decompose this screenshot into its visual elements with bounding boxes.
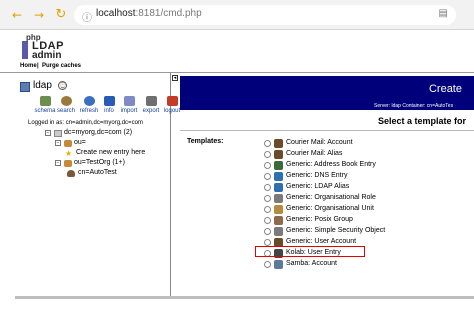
info-button[interactable]: info bbox=[99, 95, 119, 119]
page-bottom bbox=[0, 299, 474, 333]
refresh-icon bbox=[84, 96, 95, 106]
translate-icon[interactable]: ▤ bbox=[439, 8, 448, 19]
template-radio[interactable] bbox=[264, 261, 271, 268]
schema-button[interactable]: schema bbox=[34, 95, 56, 119]
back-arrow-icon[interactable]: ← bbox=[10, 8, 24, 22]
person-icon bbox=[67, 170, 75, 177]
browser-toolbar: ← → ↻ ⓘ localhost:8181/cmd.php ▤ bbox=[0, 0, 474, 30]
highlight-box bbox=[255, 246, 365, 257]
page-title: Create bbox=[428, 83, 462, 95]
address-book-icon bbox=[274, 161, 283, 170]
logout-button[interactable]: logout bbox=[162, 95, 182, 119]
template-radio[interactable] bbox=[264, 217, 271, 224]
info-icon bbox=[104, 96, 115, 106]
select-template-heading: Select a template for bbox=[378, 116, 467, 126]
server-icon bbox=[20, 82, 30, 92]
divider bbox=[180, 130, 474, 131]
clock-icon: ⌚ bbox=[58, 81, 67, 90]
address-bar[interactable]: ⓘ localhost:8181/cmd.php ▤ bbox=[74, 5, 456, 25]
template-option[interactable]: Generic: LDAP Alias bbox=[264, 182, 474, 193]
star-icon: ★ bbox=[65, 149, 73, 158]
organization-icon bbox=[54, 130, 62, 137]
collapse-toggle[interactable]: − bbox=[55, 160, 61, 166]
menu-separator: | bbox=[37, 63, 39, 69]
tree-panel: ldap ⌚ schema search refresh info import… bbox=[15, 73, 180, 298]
logged-in-text: Logged in as: cn=admin,dc=myorg,dc=com bbox=[28, 120, 143, 126]
main-panel: Create Server: ldap Container: cn=AutoTe… bbox=[180, 73, 474, 298]
template-option[interactable]: Generic: DNS Entry bbox=[264, 171, 474, 182]
app-header: php LDAP admin bbox=[0, 30, 474, 62]
template-option[interactable]: Generic: Address Book Entry bbox=[264, 160, 474, 171]
import-button[interactable]: import bbox=[119, 95, 139, 119]
template-option[interactable]: Generic: Organisational Unit bbox=[264, 204, 474, 215]
person-icon bbox=[274, 150, 283, 159]
template-option[interactable]: Generic: Posix Group bbox=[264, 215, 474, 226]
title-bar: Create bbox=[180, 76, 474, 103]
server-name: ldap bbox=[33, 80, 52, 91]
reload-icon[interactable]: ↻ bbox=[54, 8, 68, 22]
home-link[interactable]: Home bbox=[20, 63, 37, 69]
template-option[interactable]: Generic: Simple Security Object bbox=[264, 226, 474, 237]
forward-arrow-icon[interactable]: → bbox=[32, 8, 46, 22]
export-icon bbox=[146, 96, 157, 106]
browser-window: ← → ↻ ⓘ localhost:8181/cmd.php ▤ php LDA… bbox=[0, 0, 474, 333]
link-icon bbox=[274, 183, 283, 192]
template-option[interactable]: Generic: Organisational Role bbox=[264, 193, 474, 204]
template-option[interactable]: Samba: Account bbox=[264, 259, 474, 270]
ou-icon bbox=[64, 160, 72, 167]
group-icon bbox=[274, 216, 283, 225]
top-menu: Home | Purge caches bbox=[0, 62, 474, 73]
template-radio[interactable] bbox=[264, 151, 271, 158]
template-radio[interactable] bbox=[264, 228, 271, 235]
globe-icon bbox=[274, 172, 283, 181]
import-icon bbox=[124, 96, 135, 106]
subtitle-bar: Server: ldap Container: cn=AutoTes bbox=[180, 103, 474, 110]
page-subtitle: Server: ldap Container: cn=AutoTes bbox=[374, 103, 454, 109]
tree-toolbar: schema search refresh info import export… bbox=[34, 95, 180, 119]
logout-icon bbox=[167, 96, 178, 106]
ou-icon bbox=[64, 140, 72, 147]
samba-icon bbox=[274, 260, 283, 269]
template-radio[interactable] bbox=[264, 195, 271, 202]
template-radio[interactable] bbox=[264, 173, 271, 180]
role-icon bbox=[274, 194, 283, 203]
refresh-button[interactable]: refresh bbox=[79, 95, 99, 119]
panel-collapse-toggle[interactable]: ◂ bbox=[172, 75, 178, 81]
template-radio[interactable] bbox=[264, 184, 271, 191]
person-icon bbox=[274, 139, 283, 148]
site-info-icon[interactable]: ⓘ bbox=[82, 9, 92, 24]
schema-icon bbox=[40, 96, 51, 106]
template-radio[interactable] bbox=[264, 206, 271, 213]
template-radio[interactable] bbox=[264, 140, 271, 147]
template-option[interactable]: Courier Mail: Account bbox=[264, 138, 474, 149]
key-icon bbox=[274, 227, 283, 236]
search-icon bbox=[61, 96, 72, 106]
export-button[interactable]: export bbox=[141, 95, 161, 119]
search-button[interactable]: search bbox=[56, 95, 76, 119]
collapse-toggle[interactable]: − bbox=[55, 140, 61, 146]
ou-icon bbox=[274, 205, 283, 214]
collapse-toggle[interactable]: − bbox=[45, 130, 51, 136]
phpldapadmin-logo: php LDAP admin bbox=[22, 33, 74, 61]
templates-label: Templates: bbox=[187, 138, 224, 145]
template-radio[interactable] bbox=[264, 239, 271, 246]
template-option[interactable]: Courier Mail: Alias bbox=[264, 149, 474, 160]
purge-caches-link[interactable]: Purge caches bbox=[42, 63, 81, 69]
template-radio[interactable] bbox=[264, 162, 271, 169]
url-text: localhost:8181/cmd.php bbox=[96, 8, 202, 19]
